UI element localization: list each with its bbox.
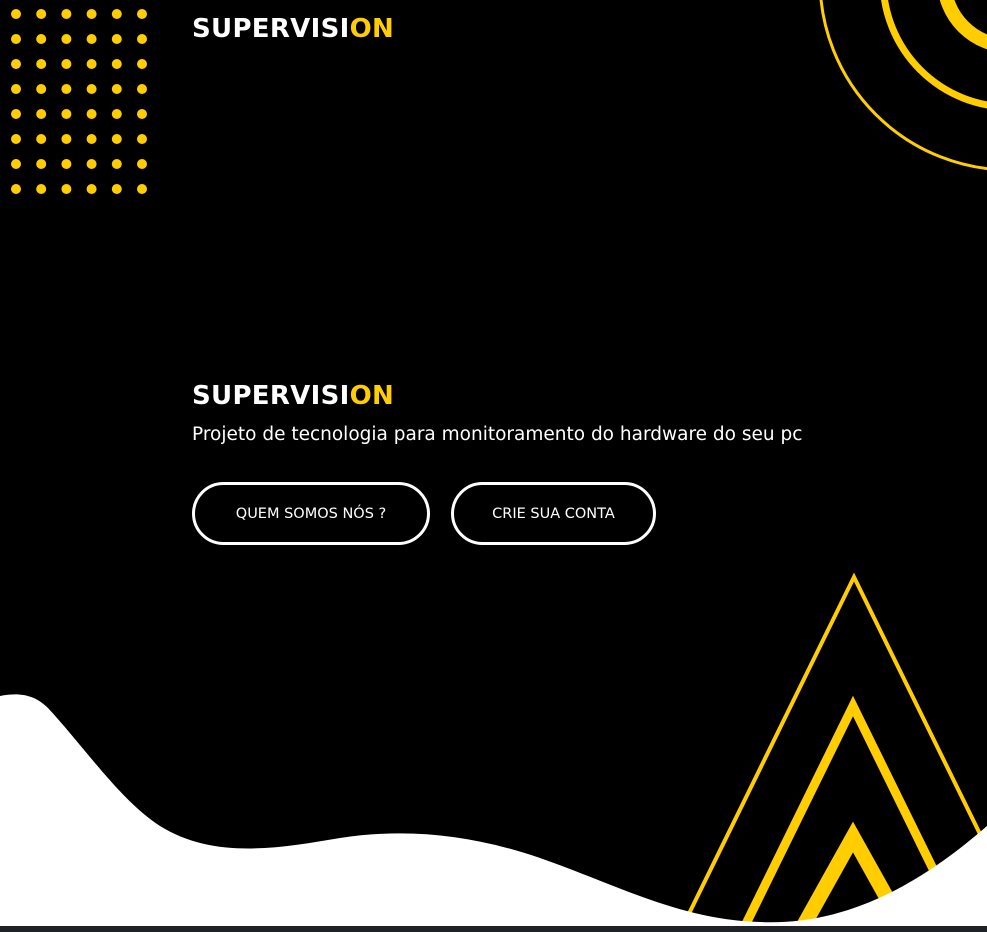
grid-dot xyxy=(61,59,72,69)
grid-dot xyxy=(11,159,21,169)
grid-dot xyxy=(36,59,47,69)
grid-dot xyxy=(36,134,47,144)
grid-dot xyxy=(86,59,97,69)
background-decorations xyxy=(0,0,987,932)
grid-dot xyxy=(111,84,122,94)
grid-dot xyxy=(137,9,147,19)
grid-dot xyxy=(111,9,122,19)
grid-dot xyxy=(11,9,21,19)
grid-dot xyxy=(86,34,97,44)
grid-dot xyxy=(111,109,122,119)
grid-dot xyxy=(137,159,147,169)
grid-dot xyxy=(111,59,122,69)
grid-dot xyxy=(61,159,72,169)
grid-dot xyxy=(36,34,47,44)
header-logo[interactable]: SUPERVISION xyxy=(192,16,394,42)
grid-dot xyxy=(11,134,21,144)
grid-dot xyxy=(36,9,47,19)
grid-dot xyxy=(61,109,72,119)
bottom-edge-bar xyxy=(0,926,987,932)
grid-dot xyxy=(11,184,21,194)
about-us-button[interactable]: QUEM SOMOS NÓS ? xyxy=(192,482,430,545)
grid-dot xyxy=(137,84,147,94)
grid-dot xyxy=(11,109,21,119)
grid-dot xyxy=(36,84,47,94)
grid-dot xyxy=(86,159,97,169)
grid-dot xyxy=(61,34,72,44)
grid-dot xyxy=(11,84,21,94)
hero-subtitle: Projeto de tecnologia para monitoramento… xyxy=(192,424,803,445)
grid-dot xyxy=(111,34,122,44)
arc-inner xyxy=(939,0,987,50)
grid-dot xyxy=(11,59,21,69)
grid-dot xyxy=(86,84,97,94)
grid-dot xyxy=(36,159,47,169)
hero-title-accent: ON xyxy=(349,381,395,411)
grid-dot xyxy=(86,134,97,144)
concentric-arcs xyxy=(819,0,987,171)
grid-dot xyxy=(111,134,122,144)
grid-dot xyxy=(86,9,97,19)
grid-dot xyxy=(61,84,72,94)
grid-dot xyxy=(137,184,147,194)
grid-dot xyxy=(36,184,47,194)
hero-title: SUPERVISION xyxy=(192,383,394,409)
arc-middle xyxy=(881,0,987,109)
grid-dot xyxy=(36,109,47,119)
grid-dot xyxy=(86,184,97,194)
grid-dot xyxy=(137,34,147,44)
grid-dot xyxy=(61,134,72,144)
grid-dot xyxy=(137,59,147,69)
grid-dot xyxy=(137,134,147,144)
grid-dot xyxy=(86,109,97,119)
grid-dot xyxy=(137,109,147,119)
grid-dot xyxy=(61,184,72,194)
grid-dot xyxy=(111,159,122,169)
logo-text-accent: ON xyxy=(349,14,395,44)
dot-grid-pattern xyxy=(11,9,147,194)
hero-title-main: SUPERVISI xyxy=(192,381,350,411)
grid-dot xyxy=(61,9,72,19)
create-account-button[interactable]: CRIE SUA CONTA xyxy=(451,482,656,545)
grid-dot xyxy=(111,184,122,194)
grid-dot xyxy=(11,34,21,44)
logo-text-main: SUPERVISI xyxy=(192,14,350,44)
